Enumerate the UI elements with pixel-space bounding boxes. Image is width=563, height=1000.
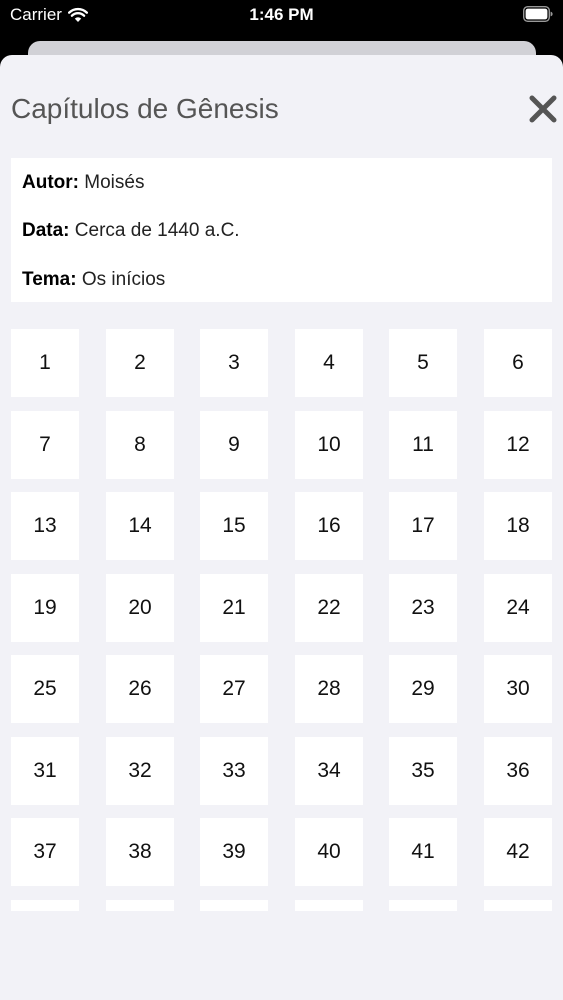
chapter-button[interactable]: 41 — [389, 818, 457, 886]
chapter-button[interactable]: 13 — [11, 492, 79, 560]
chapter-button[interactable]: 22 — [295, 574, 363, 642]
chapter-button[interactable]: 24 — [484, 574, 552, 642]
chapter-button[interactable]: 40 — [295, 818, 363, 886]
chapters-sheet: Capítulos de Gênesis Autor: Moisés Data:… — [0, 55, 563, 1000]
chapter-button[interactable]: 15 — [200, 492, 268, 560]
chapter-button[interactable]: 23 — [389, 574, 457, 642]
chapter-button[interactable]: 48 — [484, 900, 552, 911]
author-row: Autor: Moisés — [22, 172, 144, 194]
chapter-button[interactable]: 3 — [200, 329, 268, 397]
chapter-button[interactable]: 19 — [11, 574, 79, 642]
chapter-button[interactable]: 8 — [106, 411, 174, 479]
theme-label: Tema: — [22, 269, 77, 290]
chapter-button[interactable]: 31 — [11, 737, 79, 805]
chapter-button[interactable]: 4 — [295, 329, 363, 397]
chapter-button[interactable]: 12 — [484, 411, 552, 479]
chapter-button[interactable]: 35 — [389, 737, 457, 805]
chapter-button[interactable]: 25 — [11, 655, 79, 723]
close-icon[interactable] — [525, 91, 561, 127]
chapter-button[interactable]: 29 — [389, 655, 457, 723]
date-value: Cerca de 1440 a.C. — [74, 220, 240, 241]
chapter-button[interactable]: 10 — [295, 411, 363, 479]
date-label: Data: — [22, 220, 70, 241]
chapter-button[interactable]: 2 — [106, 329, 174, 397]
chapter-button[interactable]: 1 — [11, 329, 79, 397]
chapter-button[interactable]: 26 — [106, 655, 174, 723]
chapter-button[interactable]: 39 — [200, 818, 268, 886]
status-bar: Carrier 1:46 PM — [0, 0, 563, 30]
chapter-button[interactable]: 27 — [200, 655, 268, 723]
date-row: Data: Cerca de 1440 a.C. — [22, 220, 240, 242]
chapter-button[interactable]: 47 — [389, 900, 457, 911]
chapter-button[interactable]: 11 — [389, 411, 457, 479]
chapter-button[interactable]: 33 — [200, 737, 268, 805]
chapter-button[interactable]: 17 — [389, 492, 457, 560]
chapter-button[interactable]: 45 — [200, 900, 268, 911]
chapter-button[interactable]: 14 — [106, 492, 174, 560]
sheet-title: Capítulos de Gênesis — [11, 93, 279, 124]
chapter-button[interactable]: 5 — [389, 329, 457, 397]
book-info-card: Autor: Moisés Data: Cerca de 1440 a.C. T… — [11, 158, 552, 302]
chapter-grid: 1 2 3 4 5 6 7 8 9 10 11 12 13 14 15 16 17 18 19 20 21 22 23 24 2… — [11, 329, 552, 911]
chapter-button[interactable]: 7 — [11, 411, 79, 479]
theme-value: Os inícios — [81, 269, 166, 290]
chapter-button[interactable]: 21 — [200, 574, 268, 642]
theme-row: Tema: Os inícios — [22, 269, 165, 291]
chapter-button[interactable]: 6 — [484, 329, 552, 397]
chapter-button[interactable]: 30 — [484, 655, 552, 723]
chapter-button[interactable]: 28 — [295, 655, 363, 723]
battery-icon — [523, 6, 553, 22]
chapter-button[interactable]: 18 — [484, 492, 552, 560]
chapter-button[interactable]: 34 — [295, 737, 363, 805]
chapter-button[interactable]: 36 — [484, 737, 552, 805]
chapter-button[interactable]: 32 — [106, 737, 174, 805]
chapter-button[interactable]: 20 — [106, 574, 174, 642]
chapter-button[interactable]: 44 — [106, 900, 174, 911]
chapter-button[interactable]: 37 — [11, 818, 79, 886]
status-time: 1:46 PM — [249, 5, 314, 24]
chapter-button[interactable]: 43 — [11, 900, 79, 911]
chapter-button[interactable]: 16 — [295, 492, 363, 560]
chapter-button[interactable]: 38 — [106, 818, 174, 886]
author-value: Moisés — [84, 172, 145, 193]
author-label: Autor: — [22, 172, 79, 193]
chapter-button[interactable]: 42 — [484, 818, 552, 886]
chapter-button[interactable]: 9 — [200, 411, 268, 479]
chapter-button[interactable]: 46 — [295, 900, 363, 911]
